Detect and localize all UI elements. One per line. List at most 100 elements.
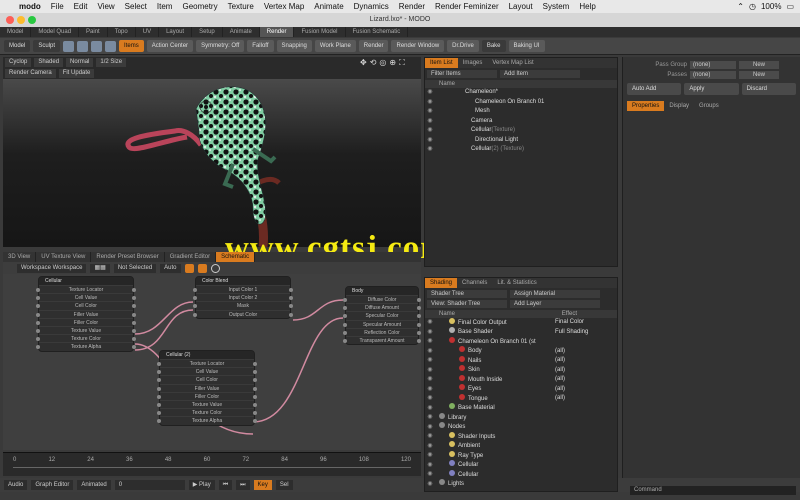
visibility-eye-icon[interactable]: ◉ <box>425 451 435 461</box>
menu-render[interactable]: Render <box>394 2 430 11</box>
add-layer-dropdown[interactable]: Add Layer <box>510 300 600 308</box>
tab-paint[interactable]: Paint <box>79 27 108 37</box>
visibility-eye-icon[interactable]: ◉ <box>425 366 435 376</box>
menu-view[interactable]: View <box>92 2 119 11</box>
pan-icon[interactable]: ✥ <box>360 58 367 68</box>
tab-layout[interactable]: Layout <box>159 27 193 37</box>
node-port[interactable]: Filler Value <box>157 383 257 392</box>
sculpt-button[interactable]: Sculpt <box>33 40 61 52</box>
passes-dropdown[interactable]: (none) <box>690 71 736 79</box>
zoom-window-icon[interactable] <box>28 16 36 24</box>
action-center-dropdown[interactable]: Action Center <box>146 40 194 52</box>
node-port[interactable]: Output Color <box>193 309 293 318</box>
node-port[interactable]: Texture Value <box>36 325 136 334</box>
previous-key-button[interactable]: ⏮ <box>218 480 233 490</box>
bake-button[interactable]: Bake <box>481 40 506 52</box>
column-effect[interactable]: Effect <box>562 310 577 318</box>
menu-edit[interactable]: Edit <box>69 2 93 11</box>
selected-button[interactable]: Sel <box>275 480 293 490</box>
list-item[interactable]: ◉ Directional Light <box>425 136 617 146</box>
3d-viewport[interactable] <box>3 79 421 248</box>
tab-schematic[interactable]: Schematic <box>216 252 256 262</box>
visibility-eye-icon[interactable]: ◉ <box>425 480 435 490</box>
node-cellular-2[interactable]: Cellular (2) Texture Locator Cell Value … <box>157 350 257 426</box>
vertex-mode-icon[interactable] <box>63 40 75 52</box>
tab-setup[interactable]: Setup <box>192 27 223 37</box>
items-mode-button[interactable]: Items <box>119 40 144 52</box>
menu-file[interactable]: File <box>46 2 69 11</box>
visibility-eye-icon[interactable]: ◉ <box>425 432 435 442</box>
tab-fusion-model[interactable]: Fusion Model <box>294 27 346 37</box>
visibility-eye-icon[interactable]: ◉ <box>425 107 435 117</box>
visibility-eye-icon[interactable]: ◉ <box>425 461 435 471</box>
viewport-shading[interactable]: Shaded <box>34 58 64 67</box>
animated-dropdown[interactable]: Animated <box>77 480 111 490</box>
menu-select[interactable]: Select <box>120 2 152 11</box>
mode-button[interactable]: Model <box>4 40 31 52</box>
falloff-dropdown[interactable]: Falloff <box>247 40 274 52</box>
tab-properties[interactable]: Properties <box>627 101 665 111</box>
viewport-fit-update[interactable]: Fit Update <box>58 69 95 78</box>
node-port[interactable]: Reflection Color <box>343 327 421 336</box>
visibility-eye-icon[interactable]: ◉ <box>425 145 435 155</box>
status-icon-1[interactable]: ⌃ <box>737 2 744 11</box>
visibility-eye-icon[interactable]: ◉ <box>425 394 435 404</box>
schematic-canvas[interactable]: Cellular Texture Locator Cell Value Cell… <box>3 274 421 450</box>
menu-animate[interactable]: Animate <box>309 2 348 11</box>
node-cellular[interactable]: Cellular Texture Locator Cell Value Cell… <box>36 276 136 352</box>
visibility-eye-icon[interactable]: ◉ <box>425 318 435 328</box>
pass-group-new-button[interactable]: New <box>739 61 779 69</box>
node-port[interactable]: Cell Color <box>36 301 136 309</box>
list-item[interactable]: ◉ Cellular (2) (Texture) <box>425 145 617 155</box>
tab-display[interactable]: Display <box>664 101 694 111</box>
node-port[interactable]: Filler Color <box>36 317 136 326</box>
visibility-eye-icon[interactable]: ◉ <box>425 117 435 127</box>
menu-app[interactable]: modo <box>14 2 46 11</box>
key-button[interactable]: Key <box>253 480 272 490</box>
visibility-eye-icon[interactable]: ◉ <box>425 356 435 366</box>
node-port[interactable]: Cell Color <box>157 375 257 383</box>
render-button[interactable]: Render <box>358 40 389 52</box>
list-item[interactable]: ◉ Mesh <box>425 107 617 117</box>
node-port[interactable]: Texture Locator <box>157 359 257 367</box>
column-name[interactable]: Name <box>439 80 455 88</box>
menu-item[interactable]: Item <box>152 2 178 11</box>
menu-system[interactable]: System <box>538 2 575 11</box>
tab-render-preset-browser[interactable]: Render Preset Browser <box>91 252 165 262</box>
visibility-eye-icon[interactable]: ◉ <box>425 385 435 395</box>
add-item-dropdown[interactable]: Add Item <box>500 70 580 78</box>
visibility-eye-icon[interactable]: ◉ <box>425 88 435 98</box>
schematic-tool-icon-1[interactable] <box>184 263 194 273</box>
node-color-blend[interactable]: Color Blend Input Color 1 Input Color 2 … <box>193 276 293 319</box>
menu-vertex-map[interactable]: Vertex Map <box>259 2 309 11</box>
viewport-normal[interactable]: Normal <box>66 58 94 67</box>
view-shader-tree[interactable]: View: Shader Tree <box>427 300 507 308</box>
current-frame-field[interactable]: 0 <box>114 480 185 490</box>
visibility-eye-icon[interactable]: ◉ <box>425 404 435 414</box>
visibility-eye-icon[interactable]: ◉ <box>425 470 435 480</box>
tab-gradient-editor[interactable]: Gradient Editor <box>165 252 217 262</box>
symmetry-dropdown[interactable]: Symmetry: Off <box>196 40 245 52</box>
auto-add-button[interactable]: Auto Add <box>627 83 682 95</box>
timeline[interactable]: 0 12 24 36 48 60 72 84 96 108 120 <box>3 452 421 476</box>
tab-fusion-schematic[interactable]: Fusion Schematic <box>346 27 409 37</box>
auto-dropdown[interactable]: Auto <box>160 263 181 273</box>
next-key-button[interactable]: ⏭ <box>236 480 250 490</box>
node-port[interactable]: Diffuse Amount <box>343 303 421 311</box>
apply-button[interactable]: Apply <box>684 83 739 95</box>
node-body[interactable]: Body Diffuse Color Diffuse Amount Specul… <box>343 286 421 346</box>
visibility-eye-icon[interactable]: ◉ <box>425 442 435 452</box>
tab-groups[interactable]: Groups <box>694 101 724 111</box>
list-item[interactable]: ◉ Camera <box>425 117 617 127</box>
list-item[interactable]: ◉ Chameleon On Branch 01 <box>425 98 617 108</box>
polygon-mode-icon[interactable] <box>91 40 103 52</box>
work-plane-dropdown[interactable]: Work Plane <box>314 40 356 52</box>
node-port[interactable]: Texture Value <box>157 399 257 408</box>
audio-button[interactable]: Audio <box>4 480 28 490</box>
visibility-eye-icon[interactable]: ◉ <box>425 126 435 136</box>
layout-grid-button[interactable]: ▦▦ <box>90 263 110 273</box>
rotate-icon[interactable]: ⟲ <box>370 58 377 68</box>
node-port[interactable]: Texture Locator <box>36 285 136 293</box>
node-port[interactable]: Input Color 2 <box>193 293 293 301</box>
node-port[interactable]: Transparent Amount <box>343 335 421 344</box>
